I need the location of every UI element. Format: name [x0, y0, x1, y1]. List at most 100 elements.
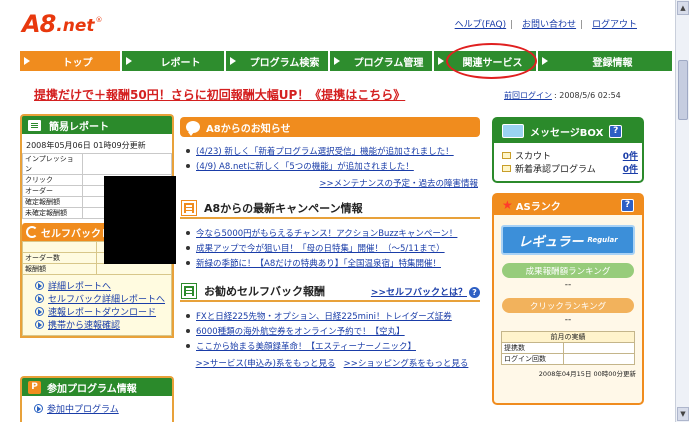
report-icon [28, 119, 41, 131]
message-box-header: メッセージBOX ? [494, 119, 642, 143]
list-item[interactable]: ここから始まる美顔録革命！【エスティーナーノニック】 [186, 340, 480, 355]
program-info-box: P 参加プログラム情報 参加中プログラム [20, 376, 174, 422]
blank-cell [22, 241, 97, 253]
more-service-link[interactable]: >>サービス(申込み)系をもっと見る [196, 359, 336, 369]
new-approval-label: 新着承認プログラム [515, 165, 596, 175]
right-column: メッセージBOX ? スカウト 0件 新着承認プログラム 0件 ★ ASランク [492, 117, 644, 405]
a8-logo[interactable]: A8 .net ® [22, 8, 103, 38]
vertical-scrollbar[interactable]: ▲ ▼ [675, 0, 689, 422]
bullet-icon [186, 231, 190, 235]
main-nav: トップ レポート プログラム検索 プログラム管理 関連サービス 登録情報 [20, 51, 672, 71]
maintenance-link[interactable]: >>メンテナンスの予定・過去の障害情報 [319, 179, 478, 189]
scroll-up-icon[interactable]: ▲ [677, 1, 689, 15]
table-row: 提携数 [501, 342, 635, 354]
message-box-icon [502, 124, 524, 138]
table-row: ログイン回数 [501, 353, 635, 365]
selfback-detail-link[interactable]: セルフバック詳細レポートへ [48, 292, 165, 305]
center-column: A8からのお知らせ (4/23) 新しく「新着プログラム選択受信」機能が追加され… [180, 117, 480, 369]
tab-related-services[interactable]: 関連サービス [434, 51, 538, 71]
notice-link[interactable]: (4/9) A8.netに新しく「5つの機能」が追加されました！ [196, 160, 414, 172]
click-ranking-button[interactable]: クリックランキング [502, 298, 634, 313]
list-item[interactable]: 6000種類の海外航空券をオンライン予約で！【空丸】 [186, 325, 480, 340]
arrow-circle-icon [35, 307, 44, 316]
selfback-icon [26, 226, 38, 238]
bullet-icon [186, 314, 190, 318]
last-login-value: : 2008/5/6 02:54 [554, 91, 621, 100]
logo-suffix: .net [56, 16, 95, 36]
simple-report-header: 簡易レポート [20, 114, 174, 134]
recommend-link[interactable]: FXと日経225先物・オプション、日経225mini！トレイダーズ証券 [196, 310, 452, 322]
triangle-icon [542, 57, 548, 65]
campaign-link[interactable]: 新緑の季節に！【A8だけの特典あり】「全国温泉宿」特集開催！ [196, 257, 441, 269]
more-shopping-link[interactable]: >>ショッピング系をもっと見る [344, 359, 469, 369]
arrow-circle-icon [35, 294, 44, 303]
help-link[interactable]: ヘルプ(FAQ) [455, 20, 506, 30]
row-label: ログイン回数 [501, 353, 564, 365]
notice-link[interactable]: (4/23) 新しく「新着プログラム選択受信」機能が追加されました！ [196, 145, 454, 157]
more-links-row: >>サービス(申込み)系をもっと見る >>ショッピング系をもっと見る [186, 357, 480, 369]
tab-program-manage[interactable]: プログラム管理 [330, 51, 434, 71]
help-icon[interactable]: ? [621, 198, 634, 212]
list-item[interactable]: 参加中プログラム [34, 402, 172, 415]
page: A8 .net ® ヘルプ(FAQ) | お問い合わせ | ログアウト トップ レポ… [0, 0, 675, 422]
rank-name: レギュラー [518, 234, 584, 250]
list-item[interactable]: 今なら5000円がもらえるチャンス！アクションBuzzキャンペーン！ [186, 227, 480, 242]
row-label: 未確定報酬額 [22, 207, 83, 219]
campaign-link[interactable]: 成果アップで今が狙い目！「母の日特集」開催！（～5/11まで） [196, 242, 445, 254]
campaigns-list: 今なら5000円がもらえるチャンス！アクションBuzzキャンペーン！ 成果アップ… [180, 219, 480, 272]
message-box-title: メッセージBOX [530, 127, 604, 139]
list-item[interactable]: 携帯から速報確認 [35, 318, 171, 331]
row-value [563, 353, 635, 365]
last-login-link[interactable]: 前回ログイン [504, 91, 552, 100]
detail-report-link[interactable]: 詳細レポートへ [48, 279, 111, 292]
contact-link[interactable]: お問い合わせ [522, 20, 576, 30]
help-icon[interactable]: ? [609, 124, 623, 138]
campaign-link[interactable]: 今なら5000円がもらえるチャンス！アクションBuzzキャンペーン！ [196, 227, 457, 239]
tab-top[interactable]: トップ [20, 51, 122, 71]
quick-report-download-link[interactable]: 速報レポートダウンロード [48, 305, 156, 318]
recommend-link[interactable]: 6000種類の海外航空券をオンライン予約で！【空丸】 [196, 325, 405, 337]
joined-programs-link[interactable]: 参加中プログラム [47, 402, 119, 415]
logo-main: A8 [22, 10, 56, 38]
last-month-results-table: 前月の実績 提携数 ログイン回数 [501, 331, 635, 365]
row-label: 確定報酬額 [22, 196, 83, 208]
last-login: 前回ログイン: 2008/5/6 02:54 [504, 90, 621, 101]
bullet-icon [186, 149, 190, 153]
rank-sub: Regular [587, 236, 618, 244]
list-item[interactable]: (4/23) 新しく「新着プログラム選択受信」機能が追加されました！ [186, 145, 480, 160]
tab-label: トップ [62, 57, 93, 69]
list-item[interactable]: 新緑の季節に！【A8だけの特典あり】「全国温泉宿」特集開催！ [186, 257, 480, 272]
list-item[interactable]: 速報レポートダウンロード [35, 305, 171, 318]
scrollbar-thumb[interactable] [678, 60, 688, 120]
tab-registration-info[interactable]: 登録情報 [538, 51, 672, 71]
header-links: ヘルプ(FAQ) | お問い合わせ | ログアウト [449, 17, 637, 30]
redaction-block [104, 176, 176, 264]
new-approval-count-link[interactable]: 0件 [623, 162, 638, 175]
simple-report-title: 簡易レポート [49, 121, 109, 133]
recommend-link[interactable]: ここから始まる美顔録革命！【エスティーナーノニック】 [196, 340, 416, 352]
list-item[interactable]: セルフバック詳細レポートへ [35, 292, 171, 305]
campaign-banner-link[interactable]: 提携だけで＋報酬50円！さらに初回報酬大幅UP！《提携はこちら》 [34, 86, 405, 103]
logout-link[interactable]: ログアウト [592, 20, 637, 30]
list-item[interactable]: (4/9) A8.netに新しく「5つの機能」が追加されました！ [186, 160, 480, 175]
results-caption: 前月の実績 [501, 331, 635, 343]
arrow-circle-icon [34, 404, 43, 413]
tab-label: プログラム検索 [249, 57, 320, 69]
scroll-down-icon[interactable]: ▼ [677, 407, 689, 421]
reward-ranking-button[interactable]: 成果報酬額ランキング [502, 263, 634, 278]
tab-report[interactable]: レポート [122, 51, 226, 71]
list-item[interactable]: FXと日経225先物・オプション、日経225mini！トレイダーズ証券 [186, 310, 480, 325]
mobile-quick-check-link[interactable]: 携帯から速報確認 [48, 318, 120, 331]
recommend-title: お勧めセルフバック報酬 [204, 285, 325, 298]
what-is-selfback-link[interactable]: >>セルフバックとは？? [371, 285, 480, 298]
envelope-icon [502, 165, 511, 172]
what-is-selfback-label: >>セルフバックとは？ [370, 287, 467, 298]
notices-header: A8からのお知らせ [180, 117, 480, 137]
scout-count-link[interactable]: 0件 [623, 149, 638, 162]
tab-program-search[interactable]: プログラム検索 [226, 51, 330, 71]
click-ranking-value: -- [564, 315, 572, 325]
list-item[interactable]: 成果アップで今が狙い目！「母の日特集」開催！（～5/11まで） [186, 242, 480, 257]
list-item[interactable]: 詳細レポートへ [35, 279, 171, 292]
row-label: クリック [22, 174, 83, 186]
arrow-circle-icon [35, 320, 44, 329]
